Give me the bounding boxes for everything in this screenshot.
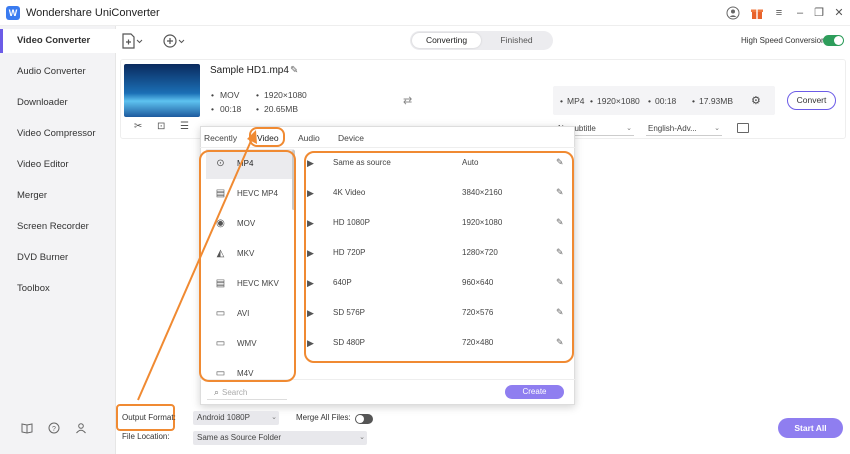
- tab-finished[interactable]: Finished: [482, 33, 551, 48]
- shuffle-icon: ⇄: [403, 95, 413, 107]
- tab-device[interactable]: Device: [338, 133, 364, 143]
- output-format-value: Android 1080P: [197, 413, 250, 422]
- tab-audio[interactable]: Audio: [298, 133, 320, 143]
- close-icon[interactable]: ✕: [832, 6, 846, 20]
- output-format-select[interactable]: Android 1080P ⌄: [193, 411, 279, 425]
- start-all-button[interactable]: Start All: [778, 418, 843, 438]
- account-icon[interactable]: [74, 422, 88, 436]
- source-size-dot: •: [256, 104, 259, 114]
- out-duration: 00:18: [655, 96, 677, 106]
- file-location-label: File Location:: [122, 432, 170, 441]
- source-format: MOV: [220, 90, 240, 100]
- chevron-down-icon: ⌄: [626, 125, 632, 132]
- output-format-label: Output Format:: [122, 413, 176, 422]
- out-size: 17.93MB: [699, 96, 734, 106]
- tab-converting[interactable]: Converting: [412, 33, 481, 48]
- book-icon[interactable]: [20, 422, 34, 436]
- settings-gear-icon[interactable]: ⚙: [751, 94, 761, 107]
- minimize-icon[interactable]: –: [793, 6, 807, 20]
- out-size-dot: •: [692, 96, 695, 106]
- out-resolution: 1920×1080: [597, 96, 640, 106]
- app-logo-icon: W: [6, 6, 20, 20]
- out-format-dot: •: [560, 96, 563, 106]
- out-duration-dot: •: [648, 96, 651, 106]
- sidebar-item-video-editor[interactable]: Video Editor: [0, 153, 116, 177]
- add-media-icon[interactable]: [162, 33, 186, 49]
- sidebar-item-downloader[interactable]: Downloader: [0, 91, 116, 115]
- sidebar-item-video-converter[interactable]: Video Converter: [0, 29, 116, 53]
- file-location-value: Same as Source Folder: [197, 433, 282, 442]
- source-duration: 00:18: [220, 104, 242, 114]
- merge-label: Merge All Files:: [296, 413, 351, 422]
- chevron-down-icon: ⌄: [271, 414, 277, 421]
- user-icon[interactable]: [726, 6, 740, 20]
- merge-toggle[interactable]: [355, 414, 373, 424]
- help-icon[interactable]: ?: [47, 422, 61, 436]
- source-format-dot: •: [211, 90, 214, 100]
- convert-button[interactable]: Convert: [787, 91, 836, 110]
- chevron-down-icon: ⌄: [714, 125, 720, 132]
- sidebar-item-merger[interactable]: Merger: [0, 184, 116, 208]
- sidebar-item-audio-converter[interactable]: Audio Converter: [0, 60, 116, 84]
- audio-select-value: English-Adv...: [648, 124, 697, 133]
- sidebar-item-dvd-burner[interactable]: DVD Burner: [0, 246, 116, 270]
- source-duration-dot: •: [211, 104, 214, 114]
- source-resolution: 1920×1080: [264, 90, 307, 100]
- source-size: 20.65MB: [264, 104, 299, 114]
- sidebar-item-screen-recorder[interactable]: Screen Recorder: [0, 215, 116, 239]
- resolution-list-highlight: [304, 151, 574, 363]
- file-name: Sample HD1.mp4: [210, 65, 289, 76]
- restore-icon[interactable]: ❐: [812, 6, 826, 20]
- sidebar-item-video-compressor[interactable]: Video Compressor: [0, 122, 116, 146]
- app-title: Wondershare UniConverter: [26, 7, 160, 19]
- out-resolution-dot: •: [590, 96, 593, 106]
- audio-track-select[interactable]: English-Adv... ⌄: [646, 122, 722, 136]
- svg-text:?: ?: [52, 426, 56, 433]
- add-file-icon[interactable]: [122, 33, 144, 49]
- chevron-down-icon: ⌄: [359, 434, 365, 441]
- high-speed-label: High Speed Conversion: [741, 36, 826, 45]
- sidebar-item-toolbox[interactable]: Toolbox: [0, 277, 116, 301]
- create-button[interactable]: Create: [505, 385, 564, 399]
- high-speed-toggle[interactable]: [823, 35, 844, 46]
- edit-name-icon[interactable]: ✎: [290, 65, 298, 76]
- video-thumbnail[interactable]: [124, 64, 200, 117]
- gift-icon[interactable]: [750, 6, 764, 20]
- preview-icon[interactable]: [737, 123, 749, 133]
- menu-icon[interactable]: ≡: [772, 6, 786, 20]
- out-format: MP4: [567, 96, 585, 106]
- file-location-select[interactable]: Same as Source Folder ⌄: [193, 431, 367, 445]
- status-tabs: Converting Finished: [410, 31, 553, 50]
- annotation-arrow: [137, 130, 257, 401]
- source-resolution-dot: •: [256, 90, 259, 100]
